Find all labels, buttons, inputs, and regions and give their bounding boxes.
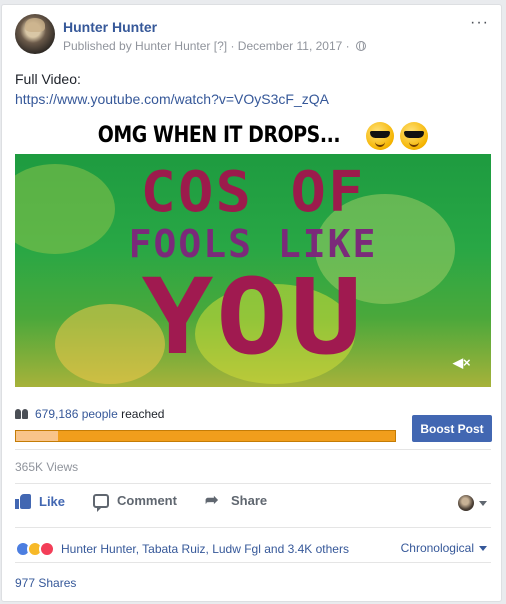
love-reaction-icon[interactable] (39, 541, 55, 557)
divider (15, 483, 491, 484)
divider (15, 449, 491, 450)
divider (15, 562, 491, 563)
video-title-line: COS OF (140, 160, 366, 225)
reactions-summary: Hunter Hunter, Tabata Ruiz, Ludw Fgl and… (15, 541, 491, 557)
divider (15, 527, 491, 528)
comment-sort-dropdown[interactable]: Chronological (401, 541, 487, 555)
post-meta: Published by Hunter Hunter [?] · Decembe… (63, 39, 366, 53)
chevron-down-icon (479, 500, 487, 506)
post-text: Full Video: https://www.youtube.com/watc… (15, 69, 329, 109)
video-player[interactable]: OMG WHEN IT DROPS... COS OF FOOLS LIKE Y… (15, 117, 491, 387)
action-bar: Like Comment Share (15, 490, 491, 517)
post-card: Hunter Hunter Published by Hunter Hunter… (1, 4, 502, 602)
video-frame: COS OF FOOLS LIKE YOU ◀× (15, 154, 491, 387)
help-marker[interactable]: [?] (214, 39, 227, 53)
like-button[interactable]: Like (15, 493, 65, 509)
thumbs-up-icon (15, 493, 31, 509)
sunglasses-emoji-icon (399, 121, 428, 150)
video-banner: OMG WHEN IT DROPS... (15, 117, 491, 154)
author-name[interactable]: Hunter Hunter (63, 19, 157, 35)
speech-bubble-icon (93, 493, 109, 512)
share-label: Share (231, 493, 268, 508)
reach-label: reached (121, 407, 165, 421)
post-as-selector[interactable] (458, 495, 487, 511)
reach-count[interactable]: 679,186 people (35, 407, 118, 421)
post-header: Hunter Hunter Published by Hunter Hunter… (2, 5, 501, 65)
post-text-line: Full Video: (15, 71, 81, 87)
comment-label: Comment (117, 493, 177, 508)
meta-separator: · (345, 39, 350, 53)
share-count[interactable]: 977 Shares (15, 576, 76, 590)
author-avatar[interactable] (15, 14, 55, 54)
reaction-names[interactable]: Hunter Hunter, Tabata Ruiz, Ludw Fgl and… (61, 542, 349, 556)
reach-progress-bar (15, 430, 396, 442)
chevron-down-icon (479, 545, 487, 551)
sunglasses-emoji-icon (365, 121, 394, 150)
share-arrow-icon (205, 490, 223, 510)
share-button[interactable]: Share (205, 490, 268, 510)
reach-progress-fill (16, 431, 58, 441)
globe-icon[interactable] (356, 41, 366, 51)
reach-stats: 679,186 people reached (15, 407, 164, 421)
muted-speaker-icon[interactable]: ◀× (453, 355, 475, 371)
view-count[interactable]: 365K Views (15, 460, 78, 474)
comment-button[interactable]: Comment (93, 493, 177, 512)
meta-separator: · (230, 39, 235, 53)
video-link[interactable]: https://www.youtube.com/watch?v=VOyS3cF_… (15, 91, 329, 107)
more-options-icon[interactable]: ··· (470, 15, 489, 31)
banner-text: OMG WHEN IT DROPS... (97, 123, 341, 148)
people-icon (15, 409, 29, 419)
viewer-avatar (458, 495, 474, 511)
boost-post-button[interactable]: Boost Post (412, 415, 492, 442)
post-date[interactable]: December 11, 2017 (238, 39, 343, 53)
sort-label: Chronological (400, 541, 474, 555)
published-by-text[interactable]: Published by Hunter Hunter (63, 39, 210, 53)
video-title-line: YOU (141, 256, 365, 378)
like-label: Like (39, 493, 66, 509)
